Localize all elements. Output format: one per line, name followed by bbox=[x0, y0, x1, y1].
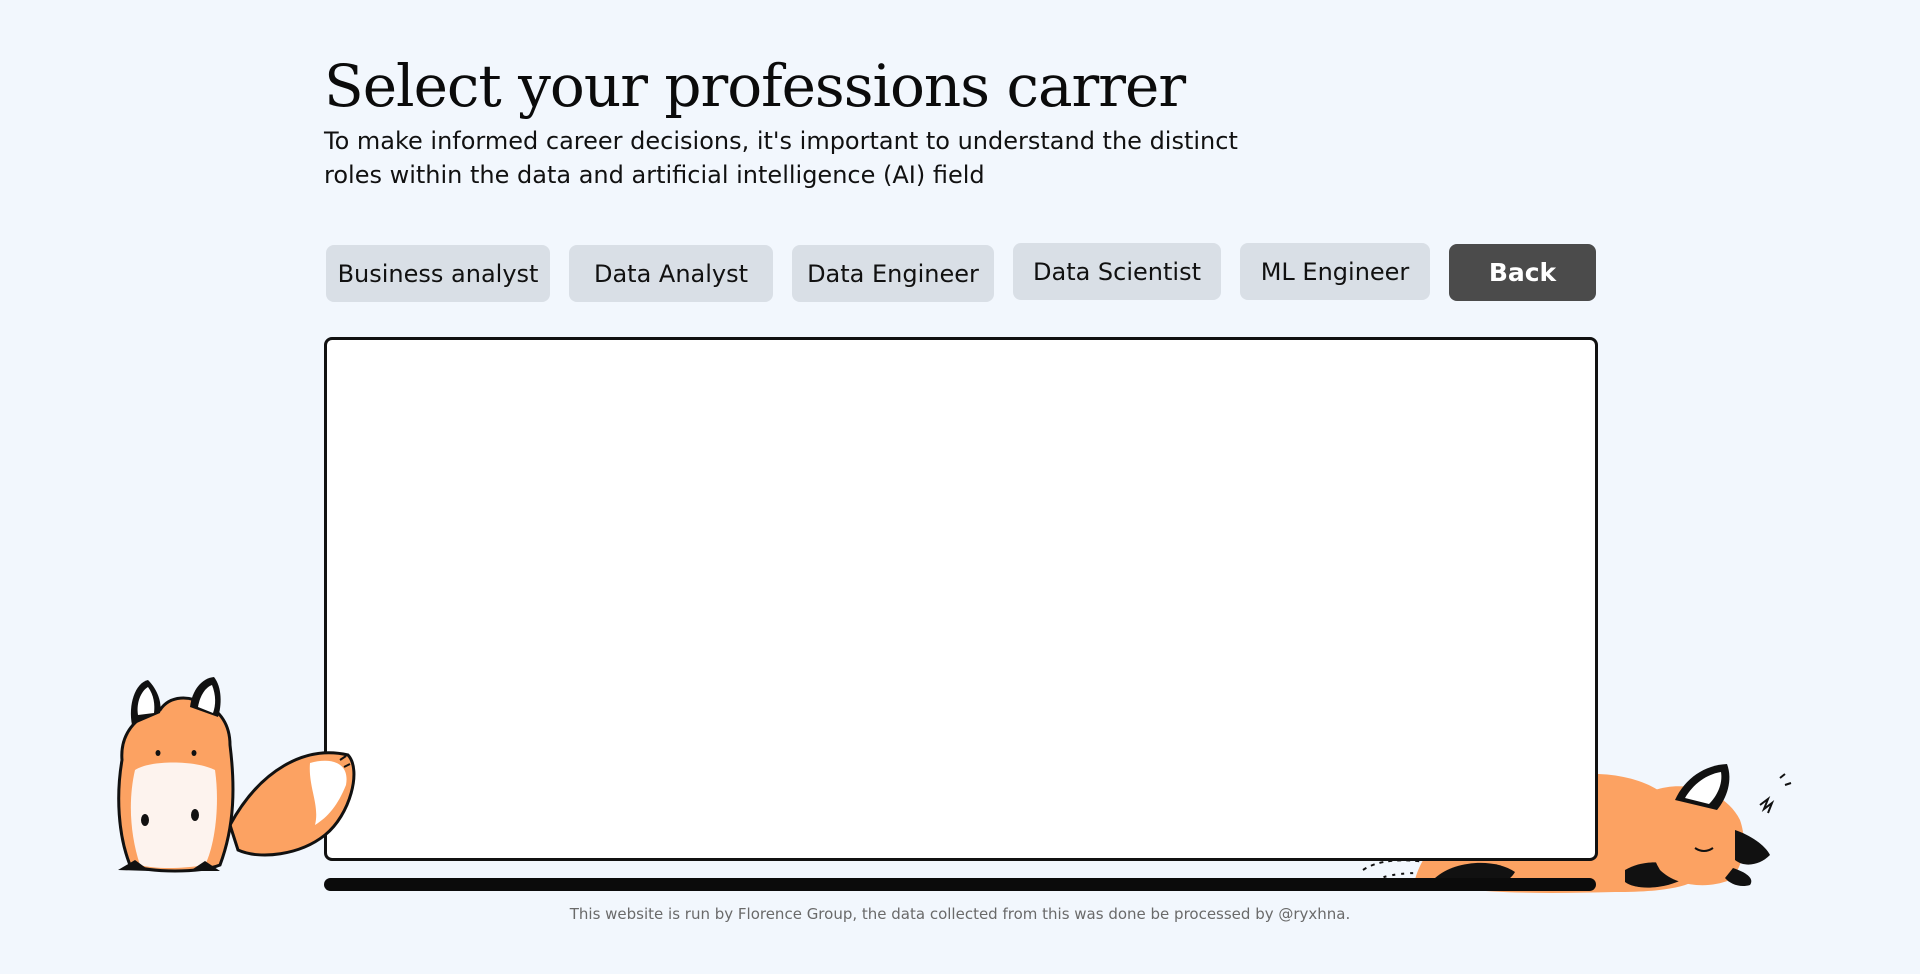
page-subtitle: To make informed career decisions, it's … bbox=[324, 127, 1238, 189]
role-button-data-scientist[interactable]: Data Scientist bbox=[1013, 243, 1221, 300]
role-button-ml-engineer[interactable]: ML Engineer bbox=[1240, 243, 1430, 300]
role-button-business-analyst[interactable]: Business analyst bbox=[326, 245, 550, 302]
role-button-data-analyst[interactable]: Data Analyst bbox=[569, 245, 773, 302]
back-button[interactable]: Back bbox=[1449, 244, 1596, 301]
page-title: Select your professions carrer bbox=[324, 52, 1186, 120]
role-button-data-engineer[interactable]: Data Engineer bbox=[792, 245, 994, 302]
footer-text: This website is run by Florence Group, t… bbox=[569, 905, 1351, 923]
content-panel bbox=[324, 337, 1598, 861]
sitting-fox-icon bbox=[117, 677, 356, 873]
content-panel-base bbox=[324, 878, 1596, 891]
page: Select your professions carrer To make i… bbox=[0, 0, 1920, 974]
